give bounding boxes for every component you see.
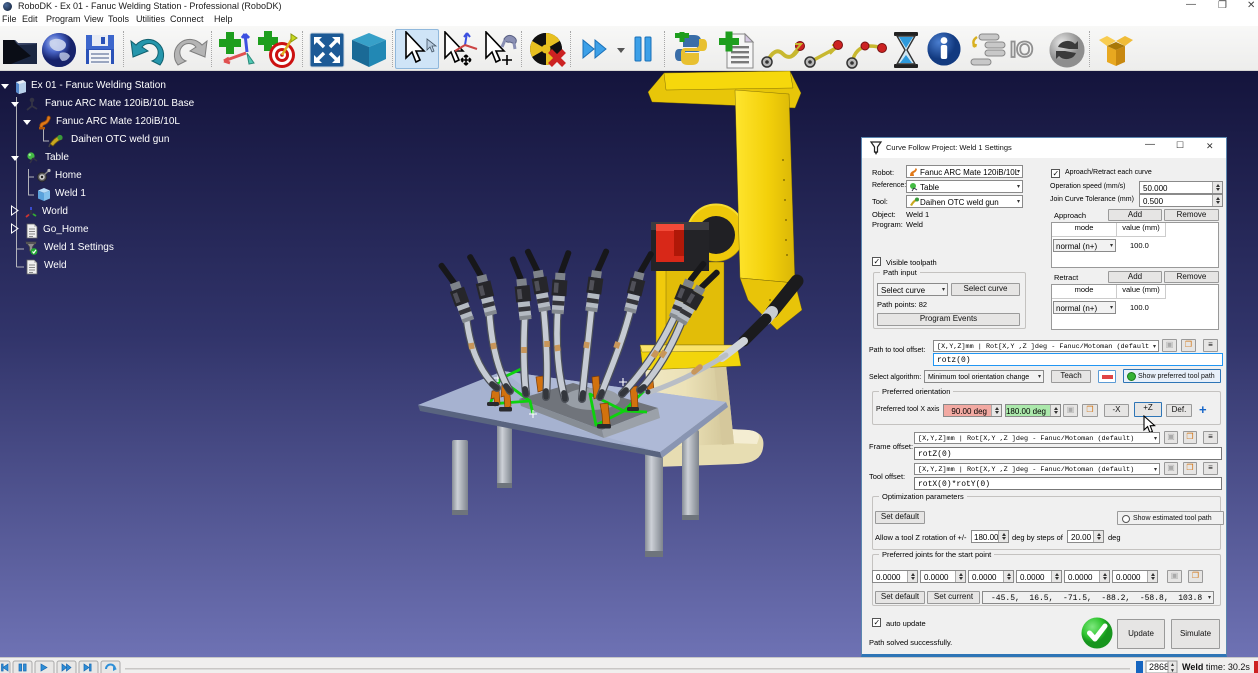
svg-text:2868: 2868 <box>1149 662 1169 672</box>
svg-text:IO: IO <box>1010 38 1033 62</box>
svg-text:▼: ▼ <box>1170 668 1175 673</box>
svg-text:Weld time: 30.2s: Weld time: 30.2s <box>1182 662 1250 672</box>
